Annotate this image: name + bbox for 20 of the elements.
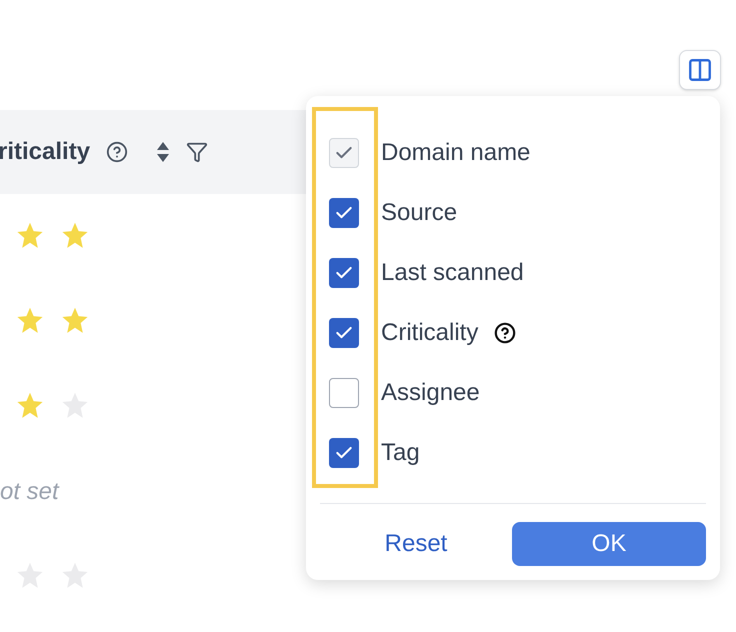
checkbox[interactable] [329,378,359,408]
columns-icon [687,57,713,83]
checkbox[interactable] [329,198,359,228]
column-label: Assignee [381,378,480,408]
help-icon[interactable] [106,141,128,163]
column-label: Source [381,198,458,228]
checkbox[interactable] [329,318,359,348]
checkbox[interactable] [329,438,359,468]
filter-icon[interactable] [186,141,208,163]
columns-button[interactable] [679,50,721,90]
empty-value: ot set [0,476,59,506]
help-icon[interactable] [494,322,516,344]
column-label: Last scanned [381,258,524,288]
sort-icon[interactable] [156,140,170,164]
column-label: Tag [381,438,420,468]
ok-button[interactable]: OK [512,522,706,566]
checkbox[interactable] [329,258,359,288]
reset-button[interactable]: Reset [320,522,512,566]
column-label: Criticality [381,318,478,348]
column-label: Domain name [381,138,530,168]
